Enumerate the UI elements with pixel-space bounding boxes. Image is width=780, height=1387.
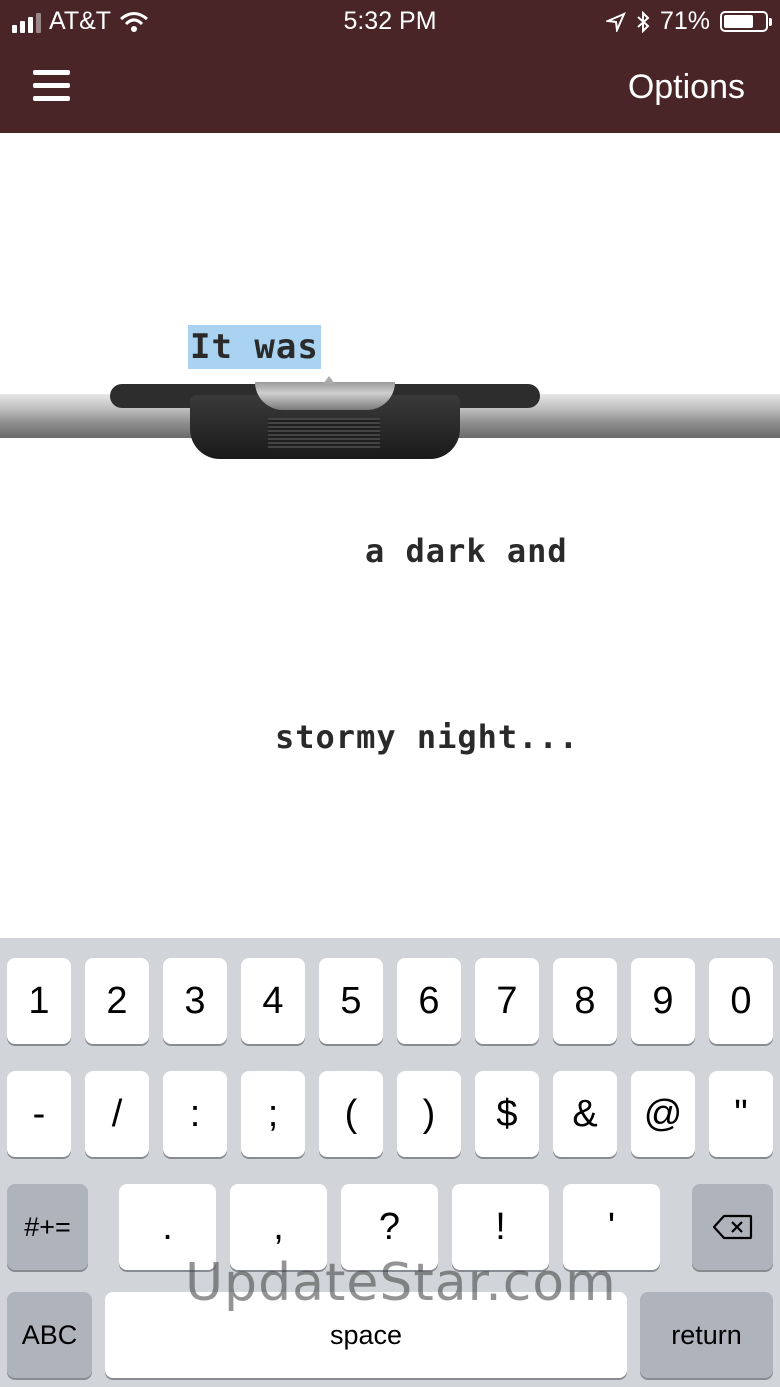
key-5[interactable]: 5 xyxy=(319,958,383,1044)
bluetooth-icon xyxy=(637,10,650,33)
key-3[interactable]: 3 xyxy=(163,958,227,1044)
return-key[interactable]: return xyxy=(640,1292,773,1378)
key-dollar[interactable]: $ xyxy=(475,1071,539,1157)
app-header: AT&T 5:32 PM 71% Options xyxy=(0,0,780,133)
key-7[interactable]: 7 xyxy=(475,958,539,1044)
key-colon[interactable]: : xyxy=(163,1071,227,1157)
key-hyphen[interactable]: - xyxy=(7,1071,71,1157)
key-at[interactable]: @ xyxy=(631,1071,695,1157)
key-6[interactable]: 6 xyxy=(397,958,461,1044)
abc-key[interactable]: ABC xyxy=(7,1292,92,1378)
key-exclamation[interactable]: ! xyxy=(452,1184,549,1270)
key-0[interactable]: 0 xyxy=(709,958,773,1044)
typed-line[interactable]: stormy night... xyxy=(275,718,579,756)
battery-percent: 71% xyxy=(659,7,710,35)
location-icon xyxy=(605,11,626,32)
key-slash[interactable]: / xyxy=(85,1071,149,1157)
key-open-paren[interactable]: ( xyxy=(319,1071,383,1157)
key-ampersand[interactable]: & xyxy=(553,1071,617,1157)
options-button[interactable]: Options xyxy=(628,68,745,107)
key-period[interactable]: . xyxy=(119,1184,216,1270)
key-quote[interactable]: " xyxy=(709,1071,773,1157)
carriage-dome xyxy=(255,382,395,410)
backspace-icon xyxy=(712,1214,752,1240)
menu-icon[interactable] xyxy=(33,70,70,102)
typed-line[interactable]: a dark and xyxy=(365,532,568,570)
key-2[interactable]: 2 xyxy=(85,958,149,1044)
carriage-grille xyxy=(268,418,380,450)
key-question[interactable]: ? xyxy=(341,1184,438,1270)
key-1[interactable]: 1 xyxy=(7,958,71,1044)
key-close-paren[interactable]: ) xyxy=(397,1071,461,1157)
key-semicolon[interactable]: ; xyxy=(241,1071,305,1157)
carriage-pointer xyxy=(323,376,335,384)
delete-key[interactable] xyxy=(692,1184,773,1270)
typed-line-selected[interactable]: It was xyxy=(188,325,321,369)
space-key[interactable]: space xyxy=(105,1292,627,1378)
key-9[interactable]: 9 xyxy=(631,958,695,1044)
battery-icon xyxy=(720,11,772,32)
key-8[interactable]: 8 xyxy=(553,958,617,1044)
key-comma[interactable]: , xyxy=(230,1184,327,1270)
key-apostrophe[interactable]: ' xyxy=(563,1184,660,1270)
status-bar: AT&T 5:32 PM 71% xyxy=(0,0,780,44)
keyboard: 1 2 3 4 5 6 7 8 9 0 - / : ; ( ) $ & @ " … xyxy=(0,938,780,1387)
symbols-key[interactable]: #+= xyxy=(7,1184,88,1270)
key-4[interactable]: 4 xyxy=(241,958,305,1044)
